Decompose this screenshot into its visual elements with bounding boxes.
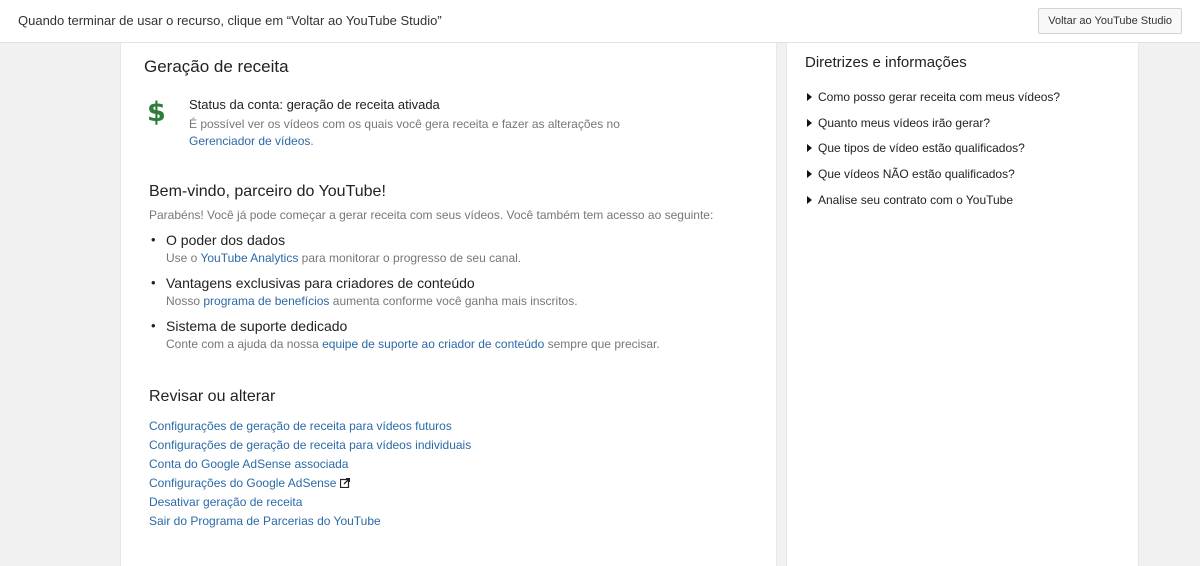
future-videos-monetization-link[interactable]: Configurações de geração de receita para… — [149, 419, 452, 433]
triangle-right-icon — [807, 93, 812, 101]
benefit-desc-text: Use o — [166, 251, 201, 265]
list-item: Configurações de geração de receita para… — [149, 436, 471, 455]
list-item: Configurações de geração de receita para… — [149, 417, 471, 436]
status-description: É possível ver os vídeos com os quais vo… — [189, 116, 659, 150]
benefit-desc-text: sempre que precisar. — [544, 337, 660, 351]
guideline-label: Como posso gerar receita com meus vídeos… — [818, 90, 1061, 104]
review-title: Revisar ou alterar — [149, 388, 276, 405]
back-to-studio-button[interactable]: Voltar ao YouTube Studio — [1038, 8, 1182, 34]
bullet-icon: • — [151, 275, 156, 290]
adsense-settings-link[interactable]: Configurações do Google AdSense — [149, 476, 336, 490]
benefit-title: Sistema de suporte dedicado — [166, 318, 348, 334]
benefit-description: Use o YouTube Analytics para monitorar o… — [166, 251, 521, 265]
leave-partner-program-link[interactable]: Sair do Programa de Parcerias do YouTube — [149, 514, 381, 528]
benefit-desc-text: Nosso — [166, 294, 204, 308]
triangle-right-icon — [807, 118, 812, 127]
list-item: Conta do Google AdSense associada — [149, 455, 471, 474]
triangle-right-icon — [807, 170, 812, 179]
triangle-right-icon — [807, 144, 812, 153]
list-item: Configurações do Google AdSense — [149, 474, 471, 493]
status-title: Status da conta: geração de receita ativ… — [189, 97, 440, 112]
main-panel: Geração de receita $ Status da conta: ge… — [120, 43, 777, 566]
external-link-icon — [340, 478, 351, 488]
bullet-icon: • — [151, 318, 156, 333]
creator-support-link[interactable]: equipe de suporte ao criador de conteúdo — [322, 337, 544, 351]
guidelines-list: Como posso gerar receita com meus vídeos… — [807, 89, 1060, 217]
video-manager-link[interactable]: Gerenciador de vídeos — [189, 134, 310, 148]
topbar-message: Quando terminar de usar o recurso, cliqu… — [18, 13, 442, 28]
top-bar: Quando terminar de usar o recurso, cliqu… — [0, 0, 1200, 43]
list-item: Desativar geração de receita — [149, 493, 471, 512]
review-links-list: Configurações de geração de receita para… — [149, 417, 471, 531]
benefits-program-link[interactable]: programa de benefícios — [203, 294, 329, 308]
benefit-description: Nosso programa de benefícios aumenta con… — [166, 294, 578, 308]
guideline-label: Quanto meus vídeos irão gerar? — [818, 115, 991, 130]
guidelines-title: Diretrizes e informações — [805, 54, 967, 71]
page-title: Geração de receita — [144, 57, 289, 76]
benefit-desc-text: Conte com a ajuda da nossa — [166, 337, 323, 351]
status-desc-suffix: . — [310, 134, 314, 148]
guideline-item[interactable]: Como posso gerar receita com meus vídeos… — [807, 89, 1060, 115]
status-desc-text: É possível ver os vídeos com os quais vo… — [189, 117, 620, 131]
adsense-account-link[interactable]: Conta do Google AdSense associada — [149, 457, 348, 471]
guideline-label: Que vídeos NÃO estão qualificados? — [818, 167, 1015, 182]
guideline-label: Que tipos de vídeo estão qualificados? — [818, 141, 1025, 156]
guideline-item[interactable]: Que vídeos NÃO estão qualificados? — [807, 166, 1060, 192]
guideline-item[interactable]: Quanto meus vídeos irão gerar? — [807, 115, 1060, 141]
benefit-desc-text: aumenta conforme você ganha mais inscrit… — [329, 294, 578, 308]
guideline-item[interactable]: Analise seu contrato com o YouTube — [807, 192, 1060, 218]
dollar-icon: $ — [147, 97, 166, 128]
benefit-title: O poder dos dados — [166, 232, 286, 248]
welcome-subtitle: Parabéns! Você já pode começar a gerar r… — [149, 208, 714, 222]
guideline-label: Analise seu contrato com o YouTube — [818, 192, 1014, 207]
list-item: Sair do Programa de Parcerias do YouTube — [149, 512, 471, 531]
benefit-desc-text: para monitorar o progresso de seu canal. — [298, 251, 522, 265]
bullet-icon: • — [151, 232, 156, 247]
triangle-right-icon — [807, 195, 812, 204]
benefit-title: Vantagens exclusivas para criadores de c… — [166, 275, 475, 291]
benefit-description: Conte com a ajuda da nossa equipe de sup… — [166, 337, 660, 351]
guideline-item[interactable]: Que tipos de vídeo estão qualificados? — [807, 140, 1060, 166]
youtube-analytics-link[interactable]: YouTube Analytics — [200, 251, 298, 265]
individual-videos-monetization-link[interactable]: Configurações de geração de receita para… — [149, 438, 471, 452]
disable-monetization-link[interactable]: Desativar geração de receita — [149, 495, 302, 509]
welcome-title: Bem-vindo, parceiro do YouTube! — [149, 183, 386, 200]
guidelines-panel: Diretrizes e informações Como posso gera… — [786, 43, 1139, 566]
